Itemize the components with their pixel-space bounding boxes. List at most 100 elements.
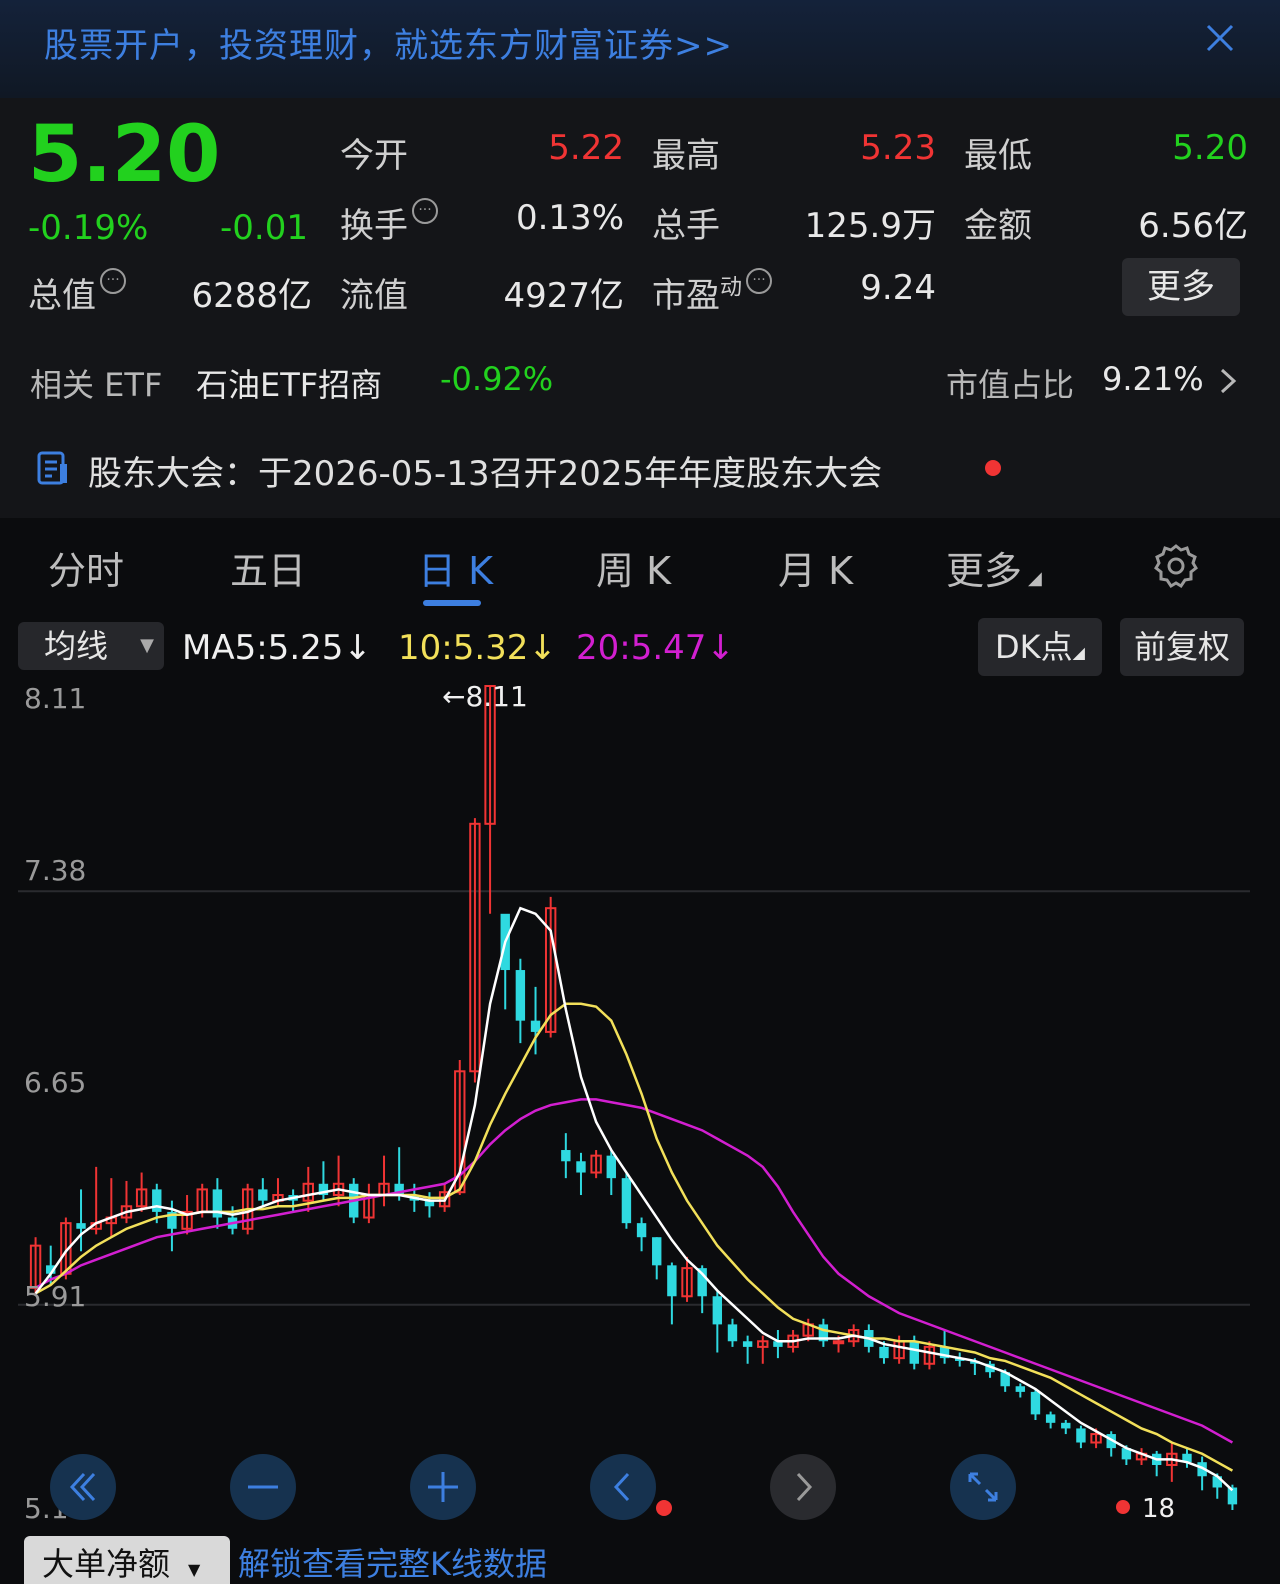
candle-body [652,1237,662,1266]
candle-body [712,1296,723,1325]
candle-body [76,1223,86,1229]
candle-body [152,1189,162,1212]
candle-body [1061,1422,1071,1429]
tab-more-label: 更多 [946,549,1023,593]
document-icon [37,451,67,485]
candle-body [879,1346,889,1359]
candle-body [1076,1428,1086,1443]
expand-icon [968,1472,998,1502]
candle-body [621,1178,632,1224]
etf-name[interactable]: 石油ETF招商 [196,360,382,406]
promo-banner-text[interactable]: 股票开户，投资理财，就选东方财富证券>> [44,18,733,67]
ma20-readout: 20:5.47↓ [576,628,735,668]
pe-label[interactable]: 市盈动 ··· [652,268,773,317]
ma5-readout: MA5:5.25↓ [182,628,372,668]
last-price: 5.20 [28,110,221,200]
y-axis-label-2: 7.38 [24,854,87,887]
candle-body [530,1020,541,1032]
indicator-select[interactable]: 均线 ▼ [18,622,164,670]
indicator-select-value: 均线 [44,627,109,665]
min-marker-dot [1116,1500,1130,1514]
tab-more[interactable]: 更多 ◢ [946,540,1042,595]
float-value: 4927亿 [503,276,624,316]
chart-max-annotation: ←8.11 [442,680,528,713]
settings-gear-icon[interactable] [1152,542,1200,590]
volume-value: 125.9万 [804,206,936,246]
amount-label: 金额 [964,206,1032,246]
high-label: 最高 [652,136,720,176]
more-quote-button[interactable]: 更多 [1122,258,1240,316]
candle-body [258,1189,268,1201]
etf-weight: 9.21% [1102,360,1204,398]
pe-sup: 动 [720,275,743,301]
y-axis-label-3: 6.65 [24,1066,87,1099]
dk-point-label: DK点 [995,628,1073,666]
minus-icon [248,1485,278,1489]
etf-change: -0.92% [440,360,554,398]
dropdown-arrow-icon: ▼ [188,1560,201,1579]
candle-body [515,970,526,1021]
notice-unread-dot [985,460,1001,476]
chevron-left-icon [613,1472,630,1502]
volume-label: 总手 [652,206,720,246]
low-value: 5.20 [1172,128,1248,168]
pct-change: -0.19% [28,208,149,248]
turnover-value: 0.13% [515,198,624,238]
candle-body [1015,1386,1026,1392]
unlock-kline-link[interactable]: 解锁查看完整K线数据 [238,1536,547,1584]
high-value: 5.23 [860,128,936,168]
zoom-in-button[interactable] [410,1454,476,1520]
sub-indicator-select[interactable]: 大单净额 ▼ [24,1536,230,1584]
kline-chart[interactable] [18,680,1250,1520]
promo-banner[interactable]: 股票开户，投资理财，就选东方财富证券>> [0,0,1280,98]
dk-point-button[interactable]: DK点◢ [978,618,1102,676]
tab-minute[interactable]: 分时 [48,540,124,595]
turnover-label[interactable]: 换手 ··· [340,198,438,247]
info-dots-icon[interactable]: ··· [746,268,773,294]
scroll-right-button[interactable] [770,1454,836,1520]
turnover-label-text: 换手 [340,206,408,246]
adjust-button[interactable]: 前复权 [1120,618,1244,676]
low-label: 最低 [964,136,1032,176]
candle-body [1030,1391,1041,1415]
candle-body [742,1341,753,1347]
amount-value: 6.56亿 [1138,206,1248,246]
y-axis-label-4: 5.91 [24,1280,87,1313]
notice-text[interactable]: 股东大会：于2026-05-13召开2025年年度股东大会 [88,446,882,495]
mktcap-label-text: 总值 [28,276,96,316]
ma20-line [34,1098,1234,1444]
pe-label-text: 市盈 [652,276,720,316]
tab-weekly-k[interactable]: 周 K [596,540,671,595]
scroll-left-button[interactable] [590,1454,656,1520]
pe-value: 9.24 [860,268,936,308]
abs-change: -0.01 [220,208,308,248]
mktcap-value: 6288亿 [191,276,312,316]
mktcap-label[interactable]: 总值 ··· [28,268,126,317]
fullscreen-button[interactable] [950,1454,1016,1520]
open-value: 5.22 [548,128,624,168]
etf-weight-label: 市值占比 [946,366,1075,404]
ma10-readout: 10:5.32↓ [398,628,557,668]
candle-body [636,1223,647,1238]
candle-body [909,1341,919,1364]
float-label: 流值 [340,276,408,316]
tab-monthly-k[interactable]: 月 K [778,540,853,595]
tab-five-day[interactable]: 五日 [230,540,306,595]
tab-daily-k[interactable]: 日 K [418,540,493,595]
candle-body [576,1161,586,1173]
close-icon[interactable] [1200,18,1240,58]
chart-min-annotation: 18 [1142,1494,1176,1524]
zoom-out-button[interactable] [230,1454,296,1520]
chevron-right-icon [796,1472,813,1502]
plus-icon [428,1472,458,1502]
dropdown-corner-icon: ◢ [1028,568,1042,589]
info-dots-icon[interactable]: ··· [100,268,126,294]
y-axis-label-max: 8.11 [24,682,87,715]
scroll-start-button[interactable] [50,1454,116,1520]
open-label: 今开 [340,136,408,176]
indicator-dot [656,1500,672,1516]
candle-body [561,1150,571,1162]
candle-body [606,1155,616,1179]
chevron-right-icon[interactable] [1216,366,1240,396]
info-dots-icon[interactable]: ··· [412,198,438,224]
